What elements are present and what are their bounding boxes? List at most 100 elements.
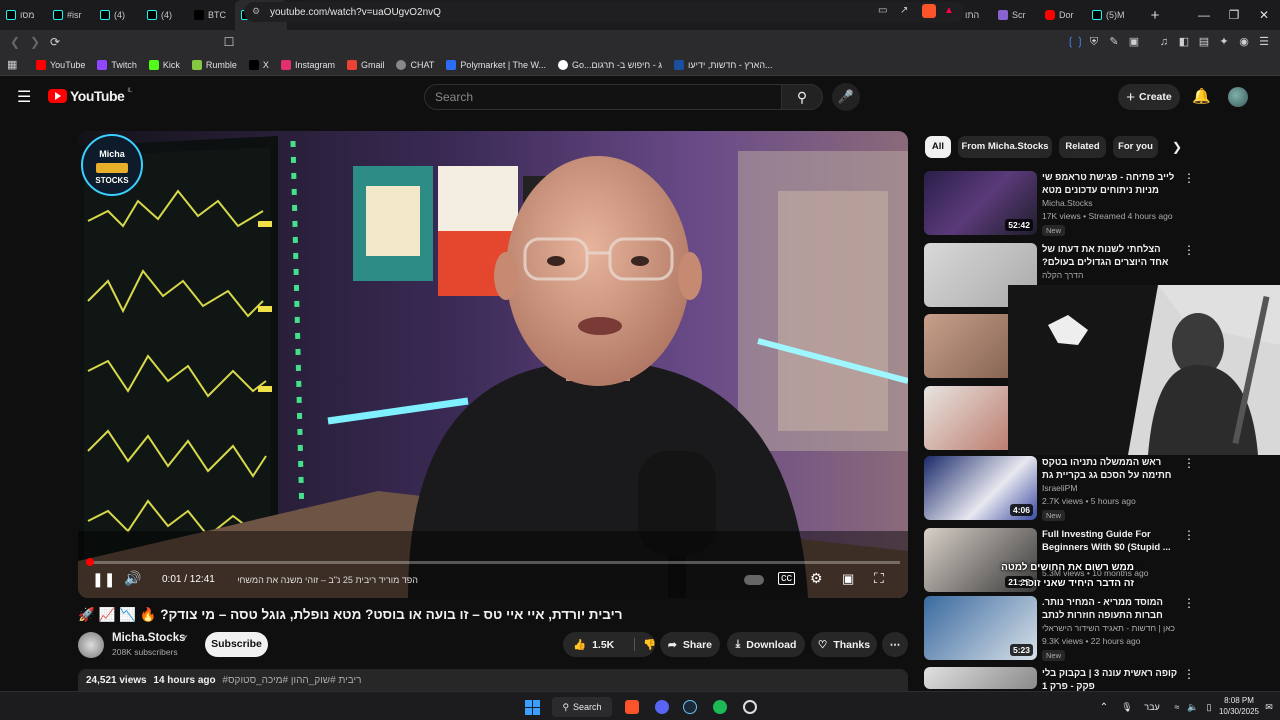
notification-center-icon[interactable]: ✉ (1262, 697, 1276, 717)
start-icon[interactable] (522, 697, 542, 717)
share-page-icon[interactable]: ↗ (900, 5, 908, 16)
apps-grid-icon[interactable]: ▦ (7, 58, 17, 71)
microphone-tray-icon[interactable]: 🎙 (1120, 697, 1134, 717)
related-video-title[interactable]: לייב פתיחה - פגישת טראמפ שי מניות ניתוחי… (1042, 171, 1178, 197)
create-button[interactable]: + Create (1118, 84, 1180, 110)
bookmark-page-icon[interactable]: ☐ (220, 33, 238, 51)
close-window-icon[interactable]: ✕ (1246, 0, 1280, 30)
browser-tab[interactable]: Dor (1039, 0, 1086, 30)
more-actions-button[interactable]: ⋯ (882, 632, 908, 657)
captions-icon[interactable]: cc (778, 572, 795, 585)
bookmark-instagram[interactable]: Instagram (280, 59, 335, 70)
related-video[interactable]: 5:23 המוסד ממריא - המחיר נותר. חברות התעו… (924, 596, 1274, 661)
brave-shield-icon[interactable] (922, 4, 936, 18)
browser-tab[interactable]: (5)M (1086, 0, 1133, 30)
browser-tab[interactable]: Scr (992, 0, 1039, 30)
bookmark-google[interactable]: Go...ג - חיפוש ב- תרגום (558, 59, 662, 70)
sidebar-icon[interactable]: ◧ (1176, 34, 1192, 50)
settings-gear-icon[interactable]: ⚙ (810, 570, 823, 587)
chip-related[interactable]: Related (1059, 136, 1106, 158)
chip-from-channel[interactable]: From Micha.Stocks (958, 136, 1052, 158)
volume-icon[interactable]: 🔊 (124, 570, 141, 587)
browser-tab[interactable]: #isr (47, 0, 94, 30)
browser-tab[interactable]: (4) (141, 0, 188, 30)
chips-next-icon[interactable]: ❯ (1172, 140, 1182, 154)
subscribe-button[interactable]: Subscribe (205, 632, 268, 657)
channel-avatar[interactable] (78, 632, 104, 658)
related-video-title[interactable]: הצלחתי לשנות את דעתו של אחד היוצרים הגדו… (1042, 243, 1178, 269)
youtube-logo[interactable]: YouTube IL (48, 88, 132, 104)
related-video[interactable]: קופה ראשית עונה 3 | בקבוק בלי פקק - פרק … (924, 667, 1274, 692)
hamburger-menu-icon[interactable]: ☰ (17, 87, 31, 107)
account-avatar[interactable] (1228, 87, 1248, 107)
thanks-button[interactable]: ♡ Thanks (811, 632, 877, 657)
related-video[interactable]: 52:42 לייב פתיחה - פגישת טראמפ שי מניות נ… (924, 171, 1274, 236)
related-video-title[interactable]: Full Investing Guide For Beginners With … (1042, 528, 1178, 554)
related-video-channel[interactable]: IsraeliPM (1042, 483, 1077, 493)
browser-tab[interactable]: מסו (0, 0, 47, 30)
autoplay-toggle[interactable] (744, 575, 764, 585)
discord-taskbar-icon[interactable] (652, 697, 672, 717)
chip-for-you[interactable]: For you (1113, 136, 1158, 158)
reload-icon[interactable]: ⟳ (46, 33, 64, 51)
more-options-icon[interactable]: ⋮ (1183, 596, 1195, 610)
tray-expand-icon[interactable]: ⌃ (1096, 697, 1112, 717)
language-indicator[interactable]: עבר (1142, 697, 1162, 717)
bookmark-gmail[interactable]: Gmail (346, 59, 384, 70)
voice-search-button[interactable]: 🎤 (832, 83, 860, 111)
like-count[interactable]: 1.5K (592, 639, 614, 651)
notifications-bell-icon[interactable]: 🔔 (1192, 87, 1211, 105)
browser-tab[interactable]: (4) (94, 0, 141, 30)
related-video-channel[interactable]: Micha.Stocks (1042, 198, 1093, 208)
share-button[interactable]: ➦ Share (660, 632, 720, 657)
search-button[interactable]: ⚲ (781, 84, 823, 110)
related-video[interactable]: 4:06 ראש הממשלה נתניהו בטקס חתימה על הסכם… (924, 456, 1274, 521)
new-tab-button[interactable]: + (1137, 0, 1173, 30)
vpn-icon[interactable]: ◉ (1236, 34, 1252, 50)
related-video-title[interactable]: המוסד ממריא - המחיר נותר. חברות התעופה ח… (1042, 596, 1178, 622)
chapter-title[interactable]: הפד מוריד ריבית 25 נ"ב – זוהי משנה את המ… (238, 575, 418, 585)
chip-all[interactable]: All (925, 136, 951, 158)
dislike-icon[interactable]: 👎 (634, 638, 656, 651)
bookmark-twitch[interactable]: Twitch (97, 59, 137, 70)
video-thumbnail[interactable] (924, 667, 1037, 689)
browser-tab[interactable]: BTC (188, 0, 235, 30)
speaker-icon[interactable]: 🔈 (1186, 697, 1200, 717)
site-info-icon[interactable]: ⚙ (252, 6, 260, 17)
related-video-channel[interactable]: כאן | חדשות - תאגיד השידור הישראלי (1042, 623, 1175, 633)
more-options-icon[interactable]: ⋮ (1183, 667, 1195, 681)
description-box[interactable]: 24,521 views 14 hours ago #ריבית #שוק_הה… (78, 669, 908, 691)
taskbar-search[interactable]: ⚲ Search (552, 697, 612, 717)
url-bar[interactable]: ⚙ youtube.com/watch?v=uaOUgvO2nvQ ▭ ↗ ▲ (244, 2, 964, 22)
bookmark-rumble[interactable]: Rumble (191, 59, 237, 70)
clock[interactable]: 8:08 PM 10/30/2025 (1218, 695, 1260, 717)
related-video-channel[interactable]: הדרך הקלה (1042, 270, 1083, 280)
more-options-icon[interactable]: ⋮ (1183, 243, 1195, 257)
bookmark-polymarket[interactable]: Polymarket | The W... (446, 59, 546, 70)
cast-icon[interactable]: ▭ (878, 5, 887, 16)
bookmark-haaretz[interactable]: הארץ - חדשות, ידיעו... (674, 59, 773, 70)
search-input[interactable]: Search (424, 84, 782, 110)
spotify-taskbar-icon[interactable] (710, 697, 730, 717)
video-thumbnail[interactable]: 5:23 (924, 596, 1037, 660)
download-button[interactable]: ⤓ Download (727, 632, 805, 657)
back-icon[interactable]: ❮ (6, 33, 24, 51)
more-options-icon[interactable]: ⋮ (1183, 456, 1195, 470)
video-thumbnail[interactable]: 4:06 (924, 456, 1037, 520)
fullscreen-icon[interactable]: ⛶ (874, 570, 884, 587)
menu-icon[interactable]: ☰ (1256, 34, 1272, 50)
wifi-icon[interactable]: ≈ (1170, 697, 1184, 717)
ai-icon[interactable]: ✦ (1216, 34, 1232, 50)
bookmark-x[interactable]: X (248, 59, 269, 70)
bookmark-youtube[interactable]: YouTube (36, 59, 85, 70)
like-icon[interactable]: 👍 (573, 638, 586, 651)
pause-icon[interactable]: ❚❚ (92, 571, 115, 588)
audio-tab-icon[interactable]: ❲❳ (1066, 34, 1084, 50)
video-thumbnail[interactable]: 52:42 (924, 171, 1037, 235)
media-icon[interactable]: ♫ (1156, 34, 1172, 50)
extensions-icon[interactable]: ✎ (1106, 34, 1122, 50)
shield-icon[interactable]: ⛨ (1086, 34, 1102, 50)
brave-rewards-icon[interactable]: ▲ (944, 5, 954, 16)
channel-name[interactable]: Micha.Stocks (112, 632, 186, 644)
bookmark-chat[interactable]: CHAT (396, 59, 434, 70)
